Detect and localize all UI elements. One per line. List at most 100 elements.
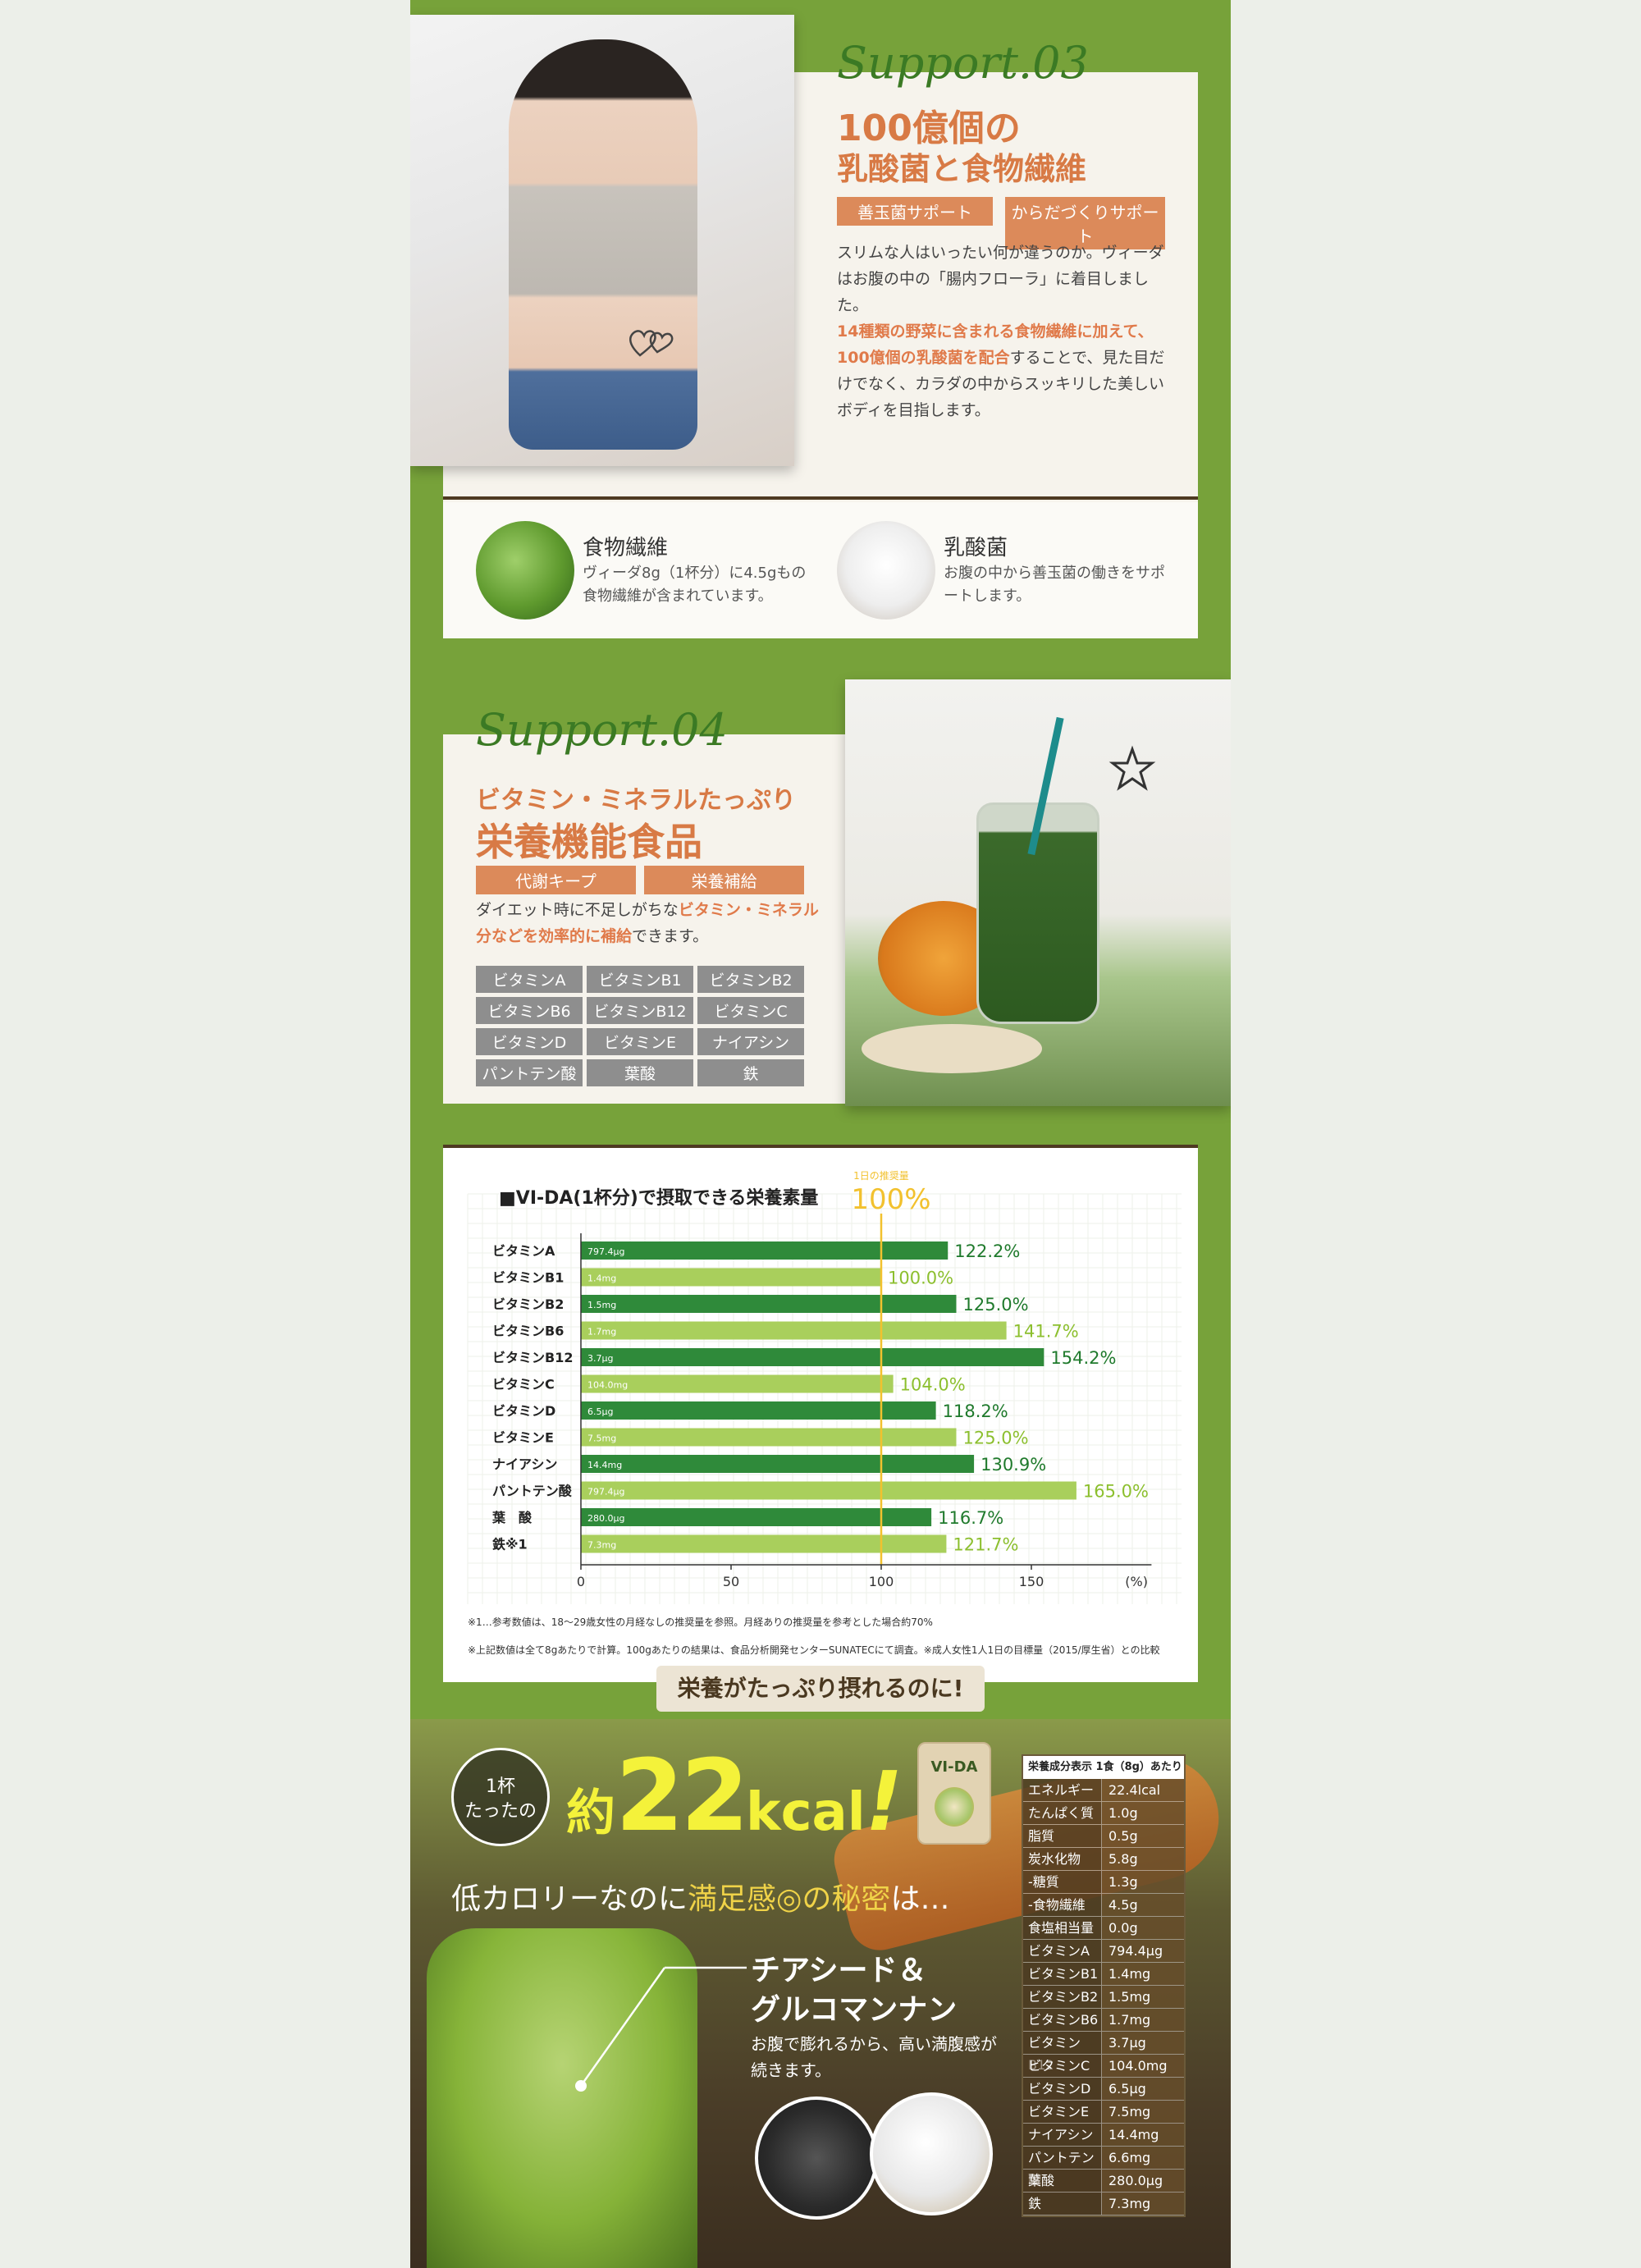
nutrition-value: 1.3g — [1102, 1871, 1184, 1893]
support3-body: スリムな人はいったい何が違うのか。ヴィーダはお腹の中の「腸内フローラ」に着目しま… — [837, 240, 1165, 423]
nutrition-key: ビタミンB1 — [1023, 1963, 1102, 1985]
nutrition-value: 6.5μg — [1102, 2078, 1184, 2100]
nutrition-row: 葉酸 280.0μg — [1023, 2170, 1184, 2193]
calorie-number: 22 — [615, 1740, 749, 1854]
product-package: VI-DA — [917, 1742, 991, 1845]
lactic-title: 乳酸菌 — [944, 536, 1008, 560]
value-label: 141.7% — [1013, 1322, 1079, 1342]
support4-subtitle: ビタミン・ミネラルたっぷり — [476, 786, 796, 815]
woman-figure — [509, 39, 697, 450]
bar — [581, 1481, 1076, 1500]
bar — [581, 1534, 947, 1553]
package-logo — [935, 1787, 974, 1827]
nutrition-key: ビタミンE — [1023, 2101, 1102, 2123]
amount-label: 280.0μg — [587, 1513, 624, 1524]
amount-label: 3.7μg — [587, 1353, 613, 1364]
nutrition-key: 葉酸 — [1023, 2170, 1102, 2192]
nutrition-key: 食塩相当量 — [1023, 1917, 1102, 1939]
nutrient-bar-chart: ■VI-DA(1杯分)で摂取できる栄養素量 1日の推奨量100% ビタミンA 797.… — [467, 1170, 1182, 1604]
category-label: ビタミンB2 — [492, 1296, 564, 1312]
nutrition-row: -食物繊維 4.5g — [1023, 1894, 1184, 1917]
value-label: 122.2% — [954, 1241, 1020, 1261]
lactic-text: お腹の中から善玉菌の働きをサポートします。 — [944, 565, 1165, 605]
chart-title: ■VI-DA(1杯分)で摂取できる栄養素量 — [499, 1187, 818, 1209]
category-label: ビタミンB1 — [492, 1270, 564, 1286]
calorie-exclaim: ! — [865, 1754, 903, 1850]
nutrition-row: ビタミンB6 1.7mg — [1023, 2009, 1184, 2032]
nutrition-value: 5.8g — [1102, 1848, 1184, 1870]
nutrition-key: ナイアシン — [1023, 2124, 1102, 2146]
nutrition-value: 0.0g — [1102, 1917, 1184, 1939]
category-label: ナイアシン — [492, 1456, 557, 1472]
category-label: ビタミンB6 — [492, 1324, 564, 1339]
calorie-prefix: 約 — [566, 1785, 615, 1842]
category-label: ビタミンB12 — [492, 1350, 573, 1365]
value-label: 121.7% — [953, 1535, 1018, 1555]
support4-title: 栄養機能食品 — [476, 820, 702, 864]
nutrition-value: 1.4mg — [1102, 1963, 1184, 1985]
value-label: 118.2% — [943, 1401, 1008, 1421]
nutrition-value: 0.5g — [1102, 1825, 1184, 1847]
nutrition-row: パントテン酸6.6mg — [1023, 2147, 1184, 2188]
support3-body-1: スリムな人はいったい何が違うのか。ヴィーダはお腹の中の「腸内フローラ」に着目しま… — [837, 244, 1164, 314]
nutrition-row: 食塩相当量 0.0g — [1023, 1917, 1184, 1940]
bar — [581, 1401, 936, 1420]
vitamin-cell: パントテン酸 — [476, 1059, 583, 1086]
chia-title-1: チアシード＆ — [751, 1954, 927, 1987]
nutrition-key: エネルギー — [1023, 1779, 1102, 1801]
bar — [581, 1321, 1007, 1340]
ref-label: 1日の推奨量 — [853, 1170, 909, 1182]
bar — [581, 1295, 957, 1313]
support4-body-1: ダイエット時に不足しがちな — [476, 901, 679, 919]
juice-photo — [845, 679, 1231, 1106]
support4-tag-1: 代謝キープ — [476, 866, 636, 894]
nutrition-row: ビタミンD 6.5μg — [1023, 2078, 1184, 2101]
chia-text: お腹で膨れるから、高い満腹感が続きます。 — [751, 2034, 997, 2080]
value-label: 165.0% — [1083, 1482, 1149, 1502]
vitamin-grid: ビタミンA ビタミンB1 ビタミンB2 ビタミンB6 ビタミンB12 ビタミンC… — [476, 966, 804, 1086]
nutrition-value: 3.7μg — [1102, 2032, 1184, 2054]
nutrition-value: 7.5mg — [1102, 2101, 1184, 2123]
support4-script: Support.04 — [476, 704, 728, 756]
nutrition-key: 炭水化物 — [1023, 1848, 1102, 1870]
nutrition-key: -糖質 — [1023, 1871, 1102, 1893]
nutrition-value: 104.0mg — [1102, 2055, 1184, 2077]
tagline-1: 低カロリーなのに — [451, 1882, 688, 1916]
glucomannan-icon — [870, 2092, 993, 2215]
bar — [581, 1508, 932, 1526]
nutrition-key: ビタミンB12 — [1023, 2032, 1102, 2073]
vitamin-cell: ビタミンE — [587, 1028, 693, 1055]
nutrition-key: ビタミンC — [1023, 2055, 1102, 2077]
nutrition-table: 栄養成分表示 1食（8g）あたり エネルギー 22.4lcal たんぱく質 1.0g 脂… — [1022, 1754, 1186, 2217]
support3-tag-1: 善玉菌サポート — [837, 197, 993, 226]
category-label: ビタミンE — [492, 1430, 554, 1446]
note-2: ※上記数値は全て8gあたりで計算。100gあたりの結果は、食品分析開発センターS… — [468, 1644, 1160, 1656]
category-label: 葉 酸 — [491, 1510, 533, 1525]
category-label: 鉄※1 — [492, 1537, 528, 1552]
nutrition-key: ビタミンD — [1023, 2078, 1102, 2100]
value-label: 154.2% — [1050, 1348, 1116, 1368]
value-label: 130.9% — [980, 1455, 1046, 1475]
support4-body: ダイエット時に不足しがちなビタミン・ミネラル分などを効率的に補給できます。 — [476, 897, 820, 949]
support4-tag-2: 栄養補給 — [644, 866, 804, 894]
vitamin-cell: ビタミンB12 — [587, 997, 693, 1024]
tagline-highlight: 満足感◎の秘密 — [688, 1882, 891, 1916]
amount-label: 1.4mg — [587, 1273, 616, 1284]
vitamin-cell: ビタミンD — [476, 1028, 583, 1055]
nutrition-row: ビタミンE 7.5mg — [1023, 2101, 1184, 2124]
amount-label: 797.4μg — [587, 1246, 624, 1257]
nutrition-row: ビタミンC 104.0mg — [1023, 2055, 1184, 2078]
chia-title-2: グルコマンナン — [751, 1993, 958, 2027]
nutrition-row: ビタミンA 794.4μg — [1023, 1940, 1184, 1963]
nutrition-row: 炭水化物 5.8g — [1023, 1848, 1184, 1871]
nutrition-key: -食物繊維 — [1023, 1894, 1102, 1916]
nutrition-row: たんぱく質 1.0g — [1023, 1802, 1184, 1825]
chia-pointer-line — [575, 1966, 747, 2092]
amount-label: 1.5mg — [587, 1300, 616, 1310]
nutrition-key: 鉄 — [1023, 2193, 1102, 2215]
yogurt-icon — [837, 521, 935, 620]
calorie-badge: 1杯 たったの — [451, 1748, 550, 1846]
x-tick-label: 0 — [577, 1574, 585, 1589]
nutrition-key: 脂質 — [1023, 1825, 1102, 1847]
amount-label: 7.5mg — [587, 1434, 616, 1444]
